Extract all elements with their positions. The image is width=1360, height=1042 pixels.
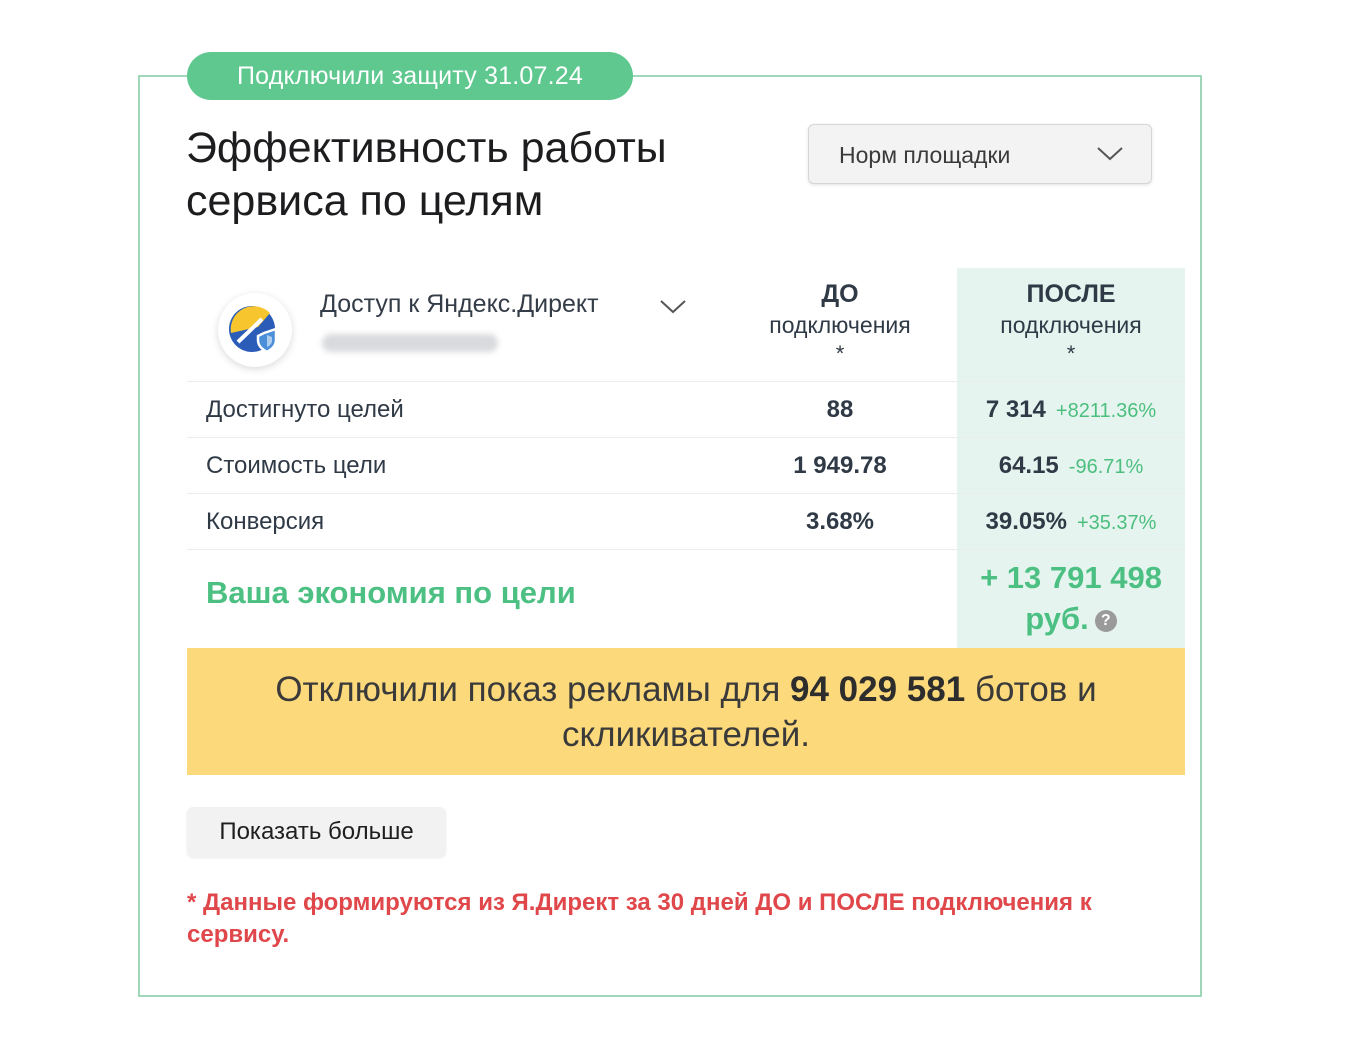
row-delta: -96.71%: [1068, 456, 1144, 478]
account-selector[interactable]: Доступ к Яндекс.Директ: [320, 290, 599, 319]
table-row: Стоимость цели 1 949.78 64.15 -96.71%: [187, 437, 1185, 493]
savings-label: Ваша экономия по цели: [206, 575, 576, 610]
before-header-main: ДО: [821, 280, 859, 308]
row-delta: +8211.36%: [1055, 400, 1157, 422]
row-after-cell: 7 314 +8211.36%: [957, 382, 1185, 440]
banner-prefix: Отключили показ рекламы для: [275, 670, 781, 709]
before-header-star: *: [835, 341, 845, 366]
chevron-down-icon: [1097, 147, 1123, 161]
table-row: Конверсия 3.68% 39.05% +35.37%: [187, 493, 1185, 549]
row-label: Стоимость цели: [206, 452, 387, 479]
bots-blocked-banner: Отключили показ рекламы для 94 029 581 б…: [187, 648, 1185, 775]
row-after-value: 39.05%: [985, 508, 1067, 535]
yandex-direct-logo-icon: [229, 306, 278, 354]
savings-value-block: + 13 791 498 руб.?: [957, 557, 1185, 639]
row-after-value: 7 314: [985, 396, 1046, 423]
account-chevron-down-icon[interactable]: [658, 292, 688, 322]
placements-filter-dropdown[interactable]: Норм площадки: [808, 124, 1152, 184]
row-before-value: 88: [826, 396, 854, 423]
row-label: Конверсия: [206, 508, 325, 535]
after-header-star: *: [1066, 341, 1076, 366]
row-before-value: 3.68%: [805, 508, 875, 535]
row-after-value: 64.15: [998, 452, 1059, 479]
footnote: * Данные формируются из Я.Директ за 30 д…: [187, 889, 1092, 948]
page-title: Эффективность работы сервиса по целям: [186, 124, 667, 225]
row-label: Достигнуто целей: [206, 396, 404, 423]
after-header-sub: подключения: [1000, 312, 1142, 338]
savings-amount: + 13 791 498: [980, 560, 1162, 595]
row-after-cell: 64.15 -96.71%: [957, 438, 1185, 496]
before-header-sub: подключения: [769, 312, 911, 338]
placements-filter-value: Норм площадки: [839, 142, 1011, 168]
table-divider: [187, 549, 1185, 550]
connection-date-badge: Подключили защиту 31.07.24: [187, 52, 633, 100]
row-before-value: 1 949.78: [793, 452, 887, 479]
before-column-header: ДО подключения *: [730, 279, 950, 367]
banner-count: 94 029 581: [790, 670, 966, 709]
table-row: Достигнуто целей 88 7 314 +8211.36%: [187, 381, 1185, 437]
row-delta: +35.37%: [1076, 512, 1157, 534]
after-header-main: ПОСЛЕ: [1026, 280, 1116, 308]
savings-unit: руб.: [1025, 601, 1089, 636]
account-logo: [218, 293, 292, 367]
after-column-header: ПОСЛЕ подключения *: [961, 279, 1181, 367]
row-after-cell: 39.05% +35.37%: [957, 494, 1185, 552]
help-icon[interactable]: ?: [1094, 609, 1117, 632]
show-more-button[interactable]: Показать больше: [187, 807, 446, 857]
account-login-blurred: [322, 334, 498, 352]
